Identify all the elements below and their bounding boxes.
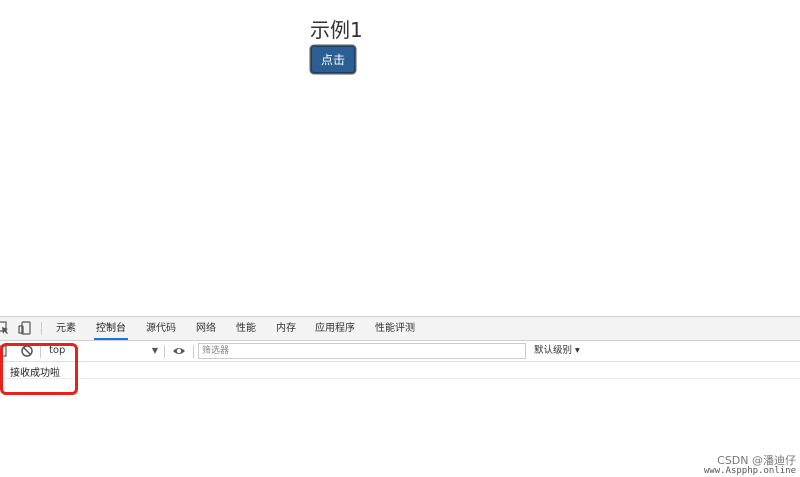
console-toolbar: top ▼ 默认级别 ▾ [0,341,800,362]
inspect-element-icon[interactable] [0,321,10,335]
tab-memory[interactable]: 内存 [276,317,296,340]
eye-icon[interactable] [172,344,186,358]
console-message-row: 接收成功啦 [0,362,800,379]
toolbar-separator [164,345,165,358]
watermark-url: www.Aspphp.online [703,466,796,476]
tabbar-separator [41,322,42,335]
tab-performance[interactable]: 性能 [236,317,256,340]
click-button[interactable]: 点击 [311,46,355,73]
tab-network[interactable]: 网络 [196,317,216,340]
toolbar-separator [193,345,194,358]
tab-console[interactable]: 控制台 [94,317,128,340]
devtools-panel: 元素 控制台 源代码 网络 性能 内存 应用程序 性能评测 top ▼ 默认级别… [0,316,800,477]
tab-lighthouse[interactable]: 性能评测 [375,317,415,340]
devtools-tabbar: 元素 控制台 源代码 网络 性能 内存 应用程序 性能评测 [0,317,800,341]
highlight-box [0,343,78,395]
filter-input[interactable] [198,343,526,359]
tab-elements[interactable]: 元素 [56,317,76,340]
device-toolbar-icon[interactable] [18,321,32,335]
tab-sources[interactable]: 源代码 [146,317,176,340]
log-level-select[interactable]: 默认级别 ▾ [534,343,580,359]
page-heading: 示例1 [310,18,363,42]
tab-application[interactable]: 应用程序 [315,317,355,340]
chevron-down-icon: ▼ [151,346,158,355]
